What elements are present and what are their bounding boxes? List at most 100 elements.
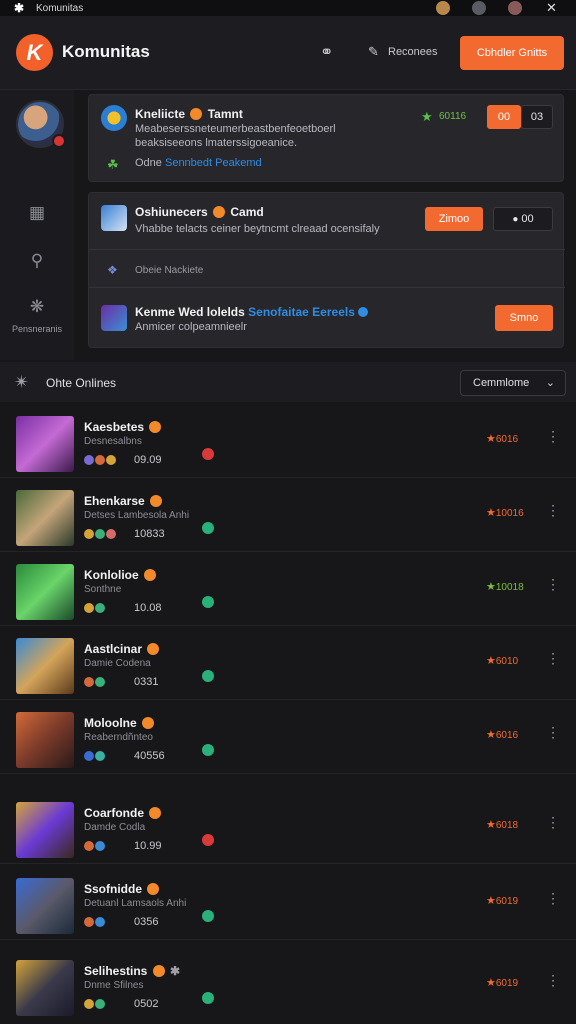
user-thumbnail bbox=[16, 960, 74, 1016]
user-count: 10.08 bbox=[134, 602, 162, 614]
medal-icon bbox=[147, 643, 160, 655]
profile-icon[interactable] bbox=[508, 1, 522, 15]
star-icon: ★ bbox=[486, 729, 496, 741]
header-cta-button[interactable]: Cbhdler Gnitts bbox=[460, 36, 564, 70]
user-badges bbox=[84, 452, 117, 470]
user-score: ★6019 bbox=[486, 895, 519, 907]
notification-score: 60116 bbox=[439, 111, 467, 122]
notification-icon[interactable] bbox=[436, 1, 450, 15]
medal-icon bbox=[152, 965, 165, 977]
user-badges bbox=[84, 526, 117, 544]
list-item[interactable]: Selihestins ✱ Dnme Sfilnes 0502 ★6019 ⋮ bbox=[0, 948, 576, 1022]
sort-dropdown[interactable]: Cemmlome ⌄ bbox=[460, 370, 566, 396]
notification-link[interactable]: Senofaitae Eereels bbox=[248, 305, 355, 319]
user-score: ★6019 bbox=[486, 977, 519, 989]
status-icon[interactable] bbox=[472, 1, 486, 15]
user-count: 10.99 bbox=[134, 840, 162, 852]
notification-text: Meabeserssneteumerbeastbenfeoetboerl bbox=[135, 123, 336, 135]
medal-icon bbox=[213, 206, 226, 218]
list-item[interactable]: Ehenkarse Detses Lambesola Anhi 10833 ★1… bbox=[0, 478, 576, 552]
medal-icon bbox=[190, 108, 203, 120]
list-item[interactable]: Konlolioe Sonthne 10.08 ★10018 ⋮ bbox=[0, 552, 576, 626]
user-score: ★6016 bbox=[486, 433, 519, 445]
more-options-icon[interactable]: ⋮ bbox=[546, 576, 560, 593]
more-options-icon[interactable]: ⋮ bbox=[546, 428, 560, 445]
brand-logo-icon: K bbox=[16, 34, 53, 71]
star-icon: ★ bbox=[486, 977, 496, 989]
user-count: 40556 bbox=[134, 750, 165, 762]
notification-card[interactable]: Kneliicte Tamnt Meabeserssneteumerbeastb… bbox=[88, 94, 564, 182]
left-rail: ▦ ⚲ ❋ Pensneranis bbox=[0, 90, 74, 360]
header-link[interactable]: Reconees bbox=[388, 46, 438, 58]
user-subtitle: Detuanl Lamsaols Anhi bbox=[84, 898, 187, 909]
user-thumbnail bbox=[16, 802, 74, 858]
accept-button[interactable]: 00 bbox=[487, 105, 521, 129]
more-options-icon[interactable]: ⋮ bbox=[546, 650, 560, 667]
secondary-action-button[interactable]: ● 00 bbox=[493, 207, 553, 231]
user-score: ★6018 bbox=[486, 819, 519, 831]
user-thumbnail bbox=[16, 490, 74, 546]
user-count: 0331 bbox=[134, 676, 159, 688]
link-icon[interactable]: ⚭ bbox=[320, 42, 333, 62]
more-options-icon[interactable]: ⋮ bbox=[546, 972, 560, 989]
user-thumbnail bbox=[16, 638, 74, 694]
user-badges bbox=[84, 674, 106, 692]
user-subtitle: Reaberndñnteo bbox=[84, 732, 153, 743]
user-thumbnail bbox=[16, 878, 74, 934]
more-options-icon[interactable]: ⋮ bbox=[546, 814, 560, 831]
app-logo-icon: ✱ bbox=[14, 1, 25, 15]
list-item[interactable]: Ssofnidde Detuanl Lamsaols Anhi 0356 ★60… bbox=[0, 866, 576, 940]
status-indicator bbox=[202, 910, 214, 922]
medal-icon bbox=[142, 717, 155, 729]
notification-meta-link[interactable]: Sennbedt Peakemd bbox=[165, 157, 262, 169]
medal-icon bbox=[144, 569, 157, 581]
user-count: 0502 bbox=[134, 998, 159, 1010]
more-options-icon[interactable]: ⋮ bbox=[546, 724, 560, 741]
user-score: ★6016 bbox=[486, 729, 519, 741]
star-burst-icon: ✴ bbox=[14, 372, 30, 392]
primary-action-button[interactable]: Zimoo bbox=[425, 207, 483, 231]
people-icon: ● bbox=[512, 214, 519, 225]
star-icon: ★ bbox=[421, 109, 433, 124]
medal-icon bbox=[149, 421, 162, 433]
star-icon: ★ bbox=[486, 507, 496, 519]
user-name: Coarfonde bbox=[84, 806, 163, 820]
settings-icon[interactable]: ❋ bbox=[26, 296, 48, 318]
divider bbox=[89, 287, 565, 288]
notification-name: Kneliicte Tamnt bbox=[135, 107, 243, 121]
status-indicator bbox=[202, 744, 214, 756]
notification-text: Vhabbe telacts ceiner beytncmt clreaad o… bbox=[135, 223, 380, 235]
user-subtitle: Sonthne bbox=[84, 584, 122, 595]
online-section-header: ✴ Ohte Onlines Cemmlome ⌄ bbox=[0, 362, 576, 402]
list-item[interactable]: Coarfonde Damde Codla 10.99 ★6018 ⋮ bbox=[0, 790, 576, 864]
list-item[interactable]: Moloolne Reaberndñnteo 40556 ★6016 ⋮ bbox=[0, 700, 576, 774]
medal-icon bbox=[147, 883, 160, 895]
more-options-icon[interactable]: ⋮ bbox=[546, 890, 560, 907]
user-badges bbox=[84, 996, 106, 1014]
list-item[interactable]: Aastlcinar Damie Codena 0331 ★6010 ⋮ bbox=[0, 626, 576, 700]
badge-icon: ❖ bbox=[107, 263, 118, 277]
notification-name: Oshiunecers Camd bbox=[135, 205, 264, 219]
online-title: Ohte Onlines bbox=[46, 376, 117, 390]
notification-text-2: beaksiseeons lmaterssigoeanice. bbox=[135, 137, 298, 149]
decline-button[interactable]: 03 bbox=[521, 105, 553, 129]
search-icon[interactable]: ⚲ bbox=[26, 250, 48, 272]
more-options-icon[interactable]: ⋮ bbox=[546, 502, 560, 519]
user-name: Ehenkarse bbox=[84, 494, 164, 508]
page-title: Komunitas bbox=[62, 42, 150, 61]
verified-icon bbox=[358, 307, 369, 317]
notification-name: Obeie Nackiete bbox=[135, 265, 204, 276]
star-icon: ★ bbox=[486, 819, 496, 831]
medal-icon bbox=[150, 495, 163, 507]
list-item[interactable]: Kaesbetes Desnesalbns 09.09 ★6016 ⋮ bbox=[0, 404, 576, 478]
user-name: Moloolne bbox=[84, 716, 156, 730]
user-subtitle: Dnme Sfilnes bbox=[84, 980, 144, 991]
action-button[interactable]: Smno bbox=[495, 305, 553, 331]
user-count: 0356 bbox=[134, 916, 159, 928]
status-indicator bbox=[202, 596, 214, 608]
notification-avatar bbox=[101, 305, 127, 331]
grid-icon[interactable]: ▦ bbox=[26, 202, 48, 224]
user-name: Ssofnidde bbox=[84, 882, 161, 896]
avatar-badge bbox=[52, 134, 66, 148]
close-icon[interactable]: ✕ bbox=[546, 0, 557, 16]
